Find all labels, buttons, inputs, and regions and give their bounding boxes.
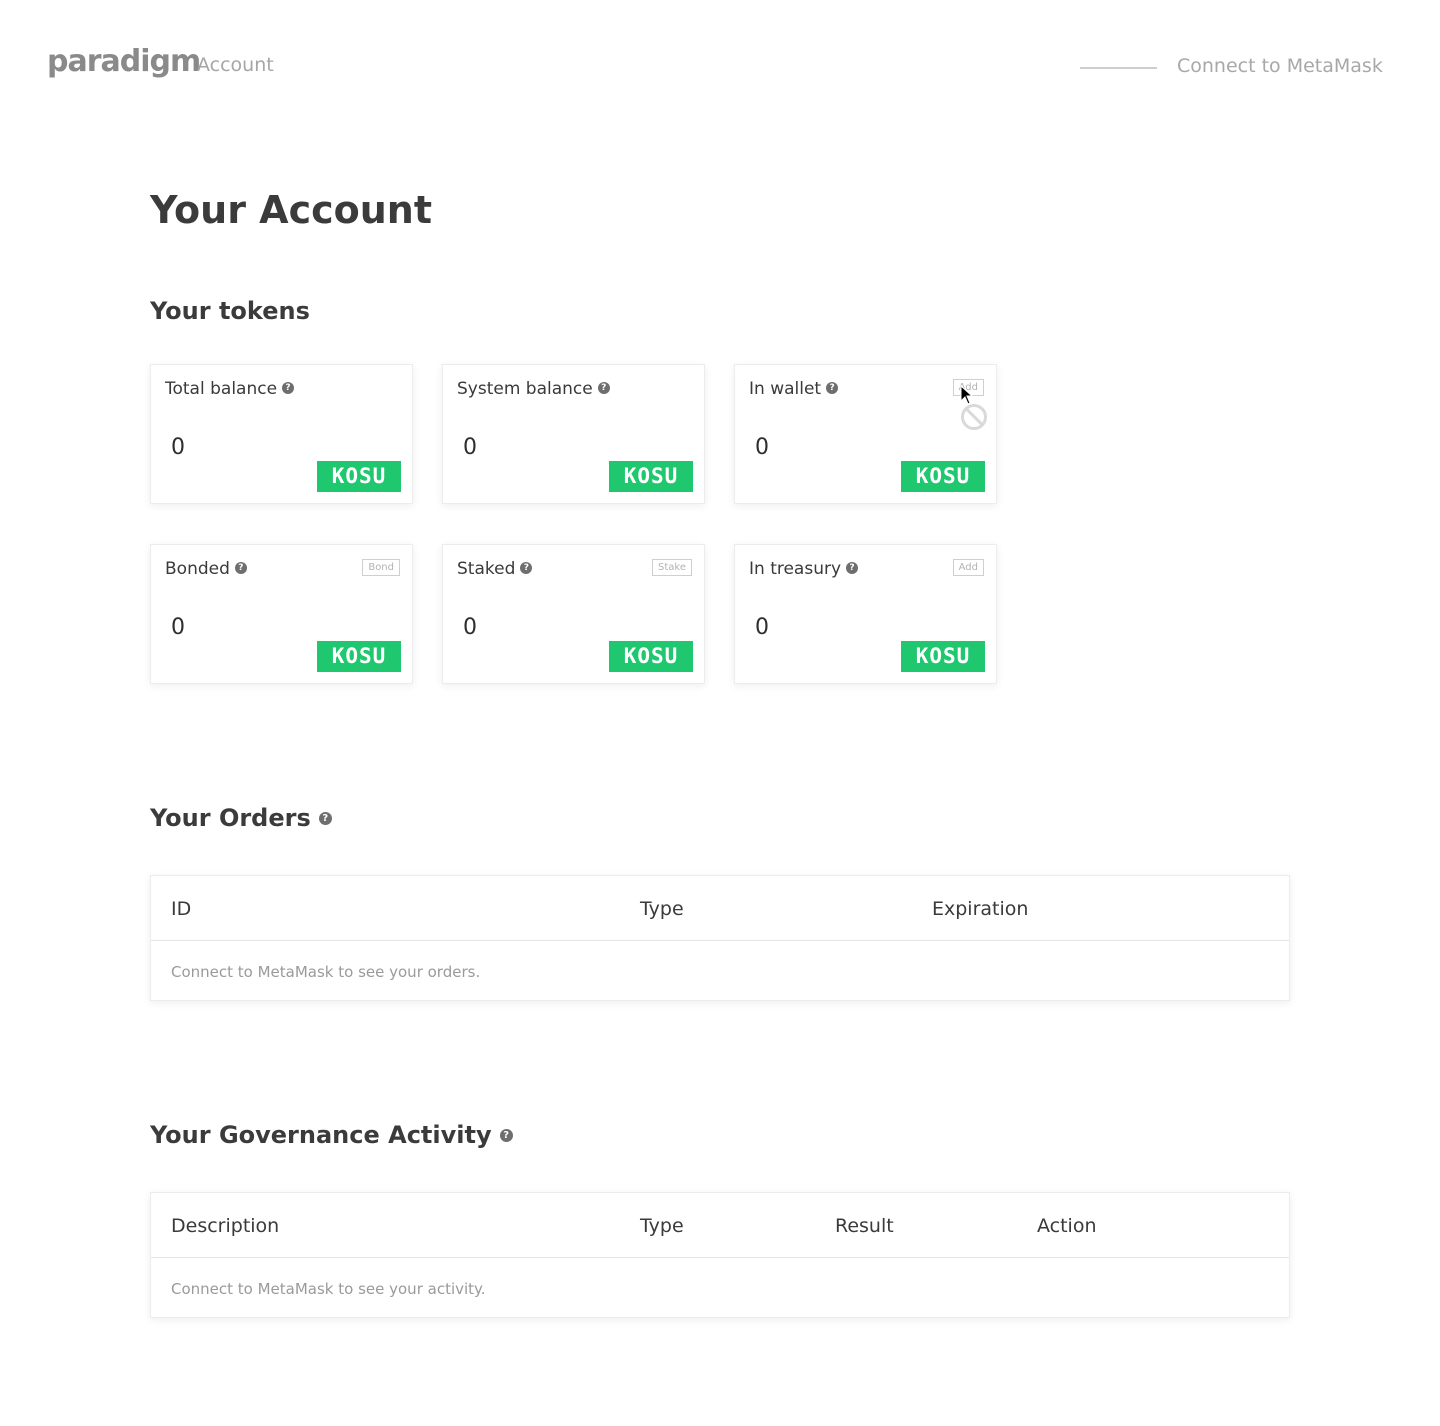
kosu-badge: KOSU bbox=[609, 641, 693, 672]
kosu-badge: KOSU bbox=[609, 461, 693, 492]
kosu-badge: KOSU bbox=[901, 641, 985, 672]
bond-button[interactable]: Bond bbox=[362, 559, 400, 576]
table-header: Description Type Result Action bbox=[151, 1193, 1289, 1258]
card-value: 0 bbox=[755, 435, 769, 460]
token-card-total-balance: Total balance? 0 KOSU bbox=[150, 364, 413, 504]
card-value: 0 bbox=[755, 615, 769, 640]
page-title: Your Account bbox=[150, 188, 432, 232]
kosu-badge: KOSU bbox=[317, 461, 401, 492]
column-header-expiration[interactable]: Expiration bbox=[932, 898, 1028, 920]
empty-state-text: Connect to MetaMask to see your orders. bbox=[171, 963, 481, 981]
token-card-in-treasury: In treasury? Add 0 KOSU bbox=[734, 544, 997, 684]
card-value: 0 bbox=[171, 435, 185, 460]
help-icon[interactable]: ? bbox=[520, 562, 533, 574]
card-label: In treasury? bbox=[749, 559, 859, 579]
table-body: Connect to MetaMask to see your orders. bbox=[151, 941, 1289, 1000]
token-card-in-wallet: In wallet? Add 0 KOSU bbox=[734, 364, 997, 504]
help-icon[interactable]: ? bbox=[282, 382, 295, 394]
orders-table: ID Type Expiration Connect to MetaMask t… bbox=[150, 875, 1290, 1001]
header-divider bbox=[1080, 67, 1157, 69]
column-header-description[interactable]: Description bbox=[171, 1215, 279, 1237]
token-card-bonded: Bonded? Bond 0 KOSU bbox=[150, 544, 413, 684]
help-icon[interactable]: ? bbox=[826, 382, 839, 394]
governance-section-title: Your Governance Activity? bbox=[150, 1121, 513, 1149]
column-header-type[interactable]: Type bbox=[640, 1215, 684, 1237]
not-allowed-icon bbox=[961, 404, 987, 430]
connect-metamask-link[interactable]: Connect to MetaMask bbox=[1177, 55, 1383, 77]
empty-state-text: Connect to MetaMask to see your activity… bbox=[171, 1280, 486, 1298]
tokens-section-title: Your tokens bbox=[150, 297, 310, 325]
logo-subtitle: Account bbox=[197, 54, 274, 76]
kosu-badge: KOSU bbox=[901, 461, 985, 492]
card-label: Total balance? bbox=[165, 379, 295, 399]
help-icon[interactable]: ? bbox=[597, 382, 610, 394]
card-label: System balance? bbox=[457, 379, 610, 399]
help-icon[interactable]: ? bbox=[234, 562, 247, 574]
column-header-action[interactable]: Action bbox=[1037, 1215, 1097, 1237]
kosu-badge: KOSU bbox=[317, 641, 401, 672]
column-header-type[interactable]: Type bbox=[640, 898, 684, 920]
help-icon[interactable]: ? bbox=[499, 1128, 513, 1142]
orders-section-title: Your Orders? bbox=[150, 804, 332, 832]
card-value: 0 bbox=[463, 615, 477, 640]
column-header-id[interactable]: ID bbox=[171, 898, 191, 920]
cursor-arrow-icon bbox=[960, 385, 974, 405]
governance-table: Description Type Result Action Connect t… bbox=[150, 1192, 1290, 1318]
card-value: 0 bbox=[171, 615, 185, 640]
table-header: ID Type Expiration bbox=[151, 876, 1289, 941]
table-body: Connect to MetaMask to see your activity… bbox=[151, 1258, 1289, 1317]
help-icon[interactable]: ? bbox=[318, 811, 332, 825]
top-header: paradigm Account Connect to MetaMask bbox=[0, 0, 1440, 130]
column-header-result[interactable]: Result bbox=[835, 1215, 894, 1237]
token-card-staked: Staked? Stake 0 KOSU bbox=[442, 544, 705, 684]
token-card-system-balance: System balance? 0 KOSU bbox=[442, 364, 705, 504]
card-label: Bonded? bbox=[165, 559, 247, 579]
card-label: Staked? bbox=[457, 559, 533, 579]
card-value: 0 bbox=[463, 435, 477, 460]
help-icon[interactable]: ? bbox=[846, 562, 859, 574]
add-treasury-button[interactable]: Add bbox=[952, 559, 984, 576]
card-label: In wallet? bbox=[749, 379, 839, 399]
paradigm-logo[interactable]: paradigm bbox=[47, 44, 201, 79]
stake-button[interactable]: Stake bbox=[652, 559, 692, 576]
